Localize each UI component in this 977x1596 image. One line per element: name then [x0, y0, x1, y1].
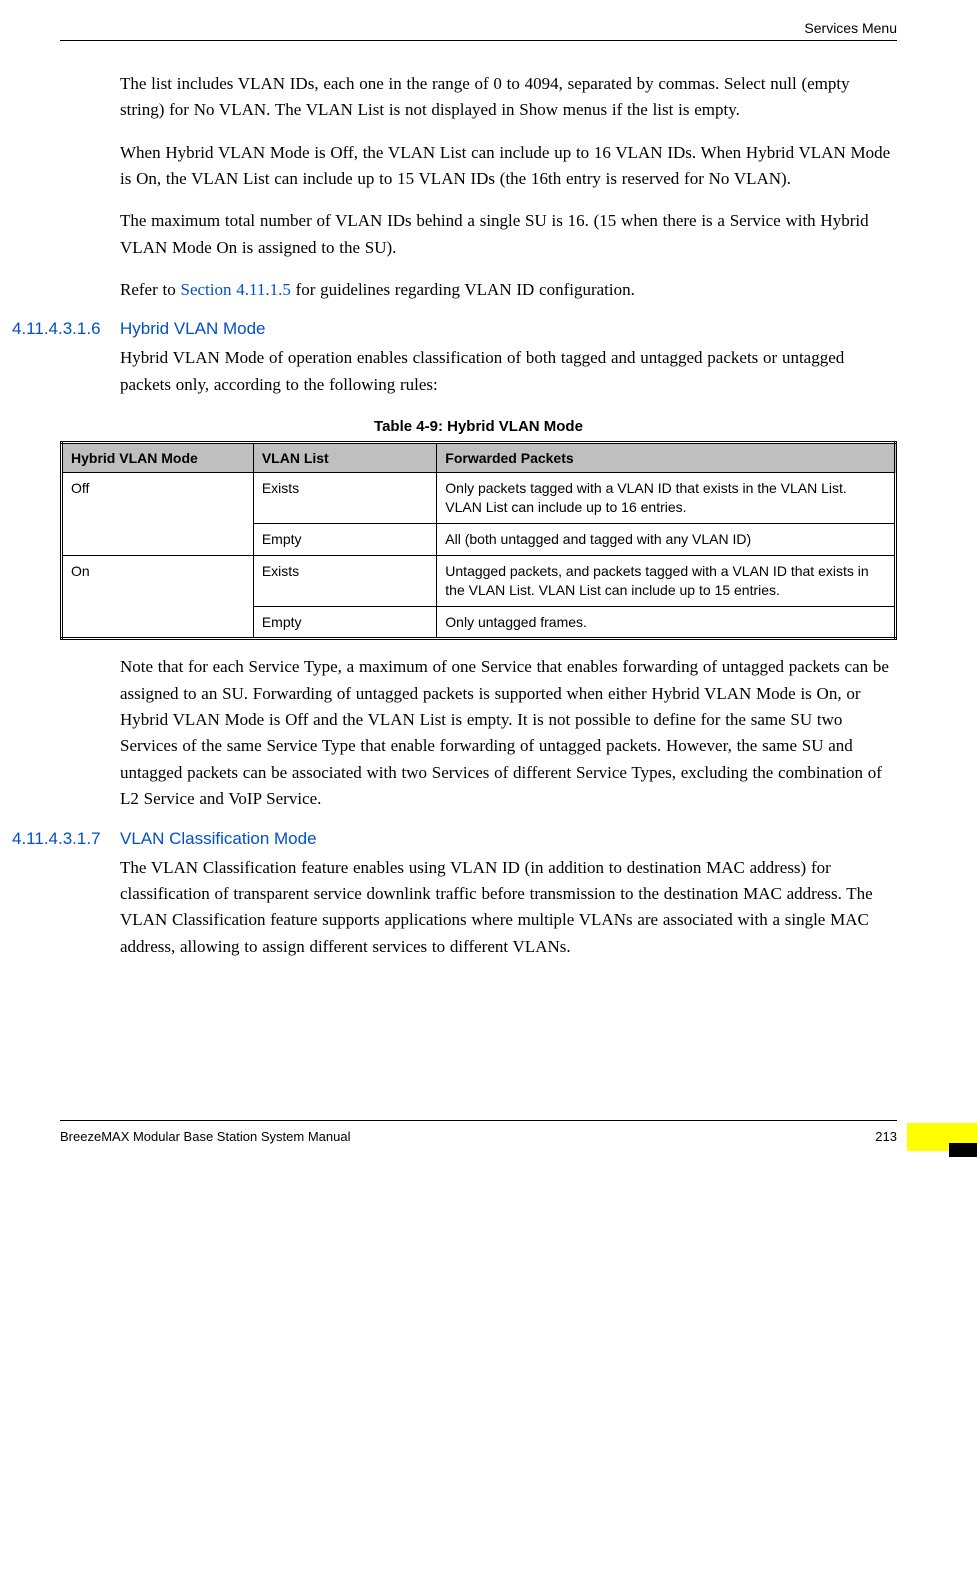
- table-cell: Exists: [253, 555, 436, 606]
- table-header-cell: Hybrid VLAN Mode: [62, 443, 254, 473]
- section-title: Hybrid VLAN Mode: [120, 319, 266, 338]
- section-title: VLAN Classification Mode: [120, 829, 317, 848]
- footer-manual-title: BreezeMAX Modular Base Station System Ma…: [60, 1129, 350, 1144]
- paragraph: Hybrid VLAN Mode of operation enables cl…: [120, 345, 897, 398]
- body-content: The VLAN Classification feature enables …: [120, 855, 897, 960]
- paragraph: When Hybrid VLAN Mode is Off, the VLAN L…: [120, 140, 897, 193]
- page-header: Services Menu: [60, 20, 897, 41]
- table-cell: Untagged packets, and packets tagged wit…: [437, 555, 896, 606]
- paragraph: The list includes VLAN IDs, each one in …: [120, 71, 897, 124]
- table-cell: Only untagged frames.: [437, 606, 896, 639]
- paragraph: Refer to Section 4.11.1.5 for guidelines…: [120, 277, 897, 303]
- section-number: 4.11.4.3.1.6: [12, 319, 120, 339]
- table-row: On Exists Untagged packets, and packets …: [62, 555, 896, 606]
- paragraph: The VLAN Classification feature enables …: [120, 855, 897, 960]
- body-content: Note that for each Service Type, a maxim…: [120, 654, 897, 812]
- table-cell: All (both untagged and tagged with any V…: [437, 523, 896, 555]
- table-cell: Empty: [253, 523, 436, 555]
- text-fragment: Refer to: [120, 280, 180, 299]
- footer-page-area: 213: [875, 1129, 897, 1144]
- table-row: Off Exists Only packets tagged with a VL…: [62, 473, 896, 524]
- paragraph: The maximum total number of VLAN IDs beh…: [120, 208, 897, 261]
- page-marker-black: [949, 1143, 977, 1157]
- header-section-label: Services Menu: [60, 20, 897, 36]
- table-cell: Empty: [253, 606, 436, 639]
- section-heading: 4.11.4.3.1.6Hybrid VLAN Mode: [60, 319, 897, 339]
- table-cell: On: [62, 555, 254, 639]
- table-header-cell: Forwarded Packets: [437, 443, 896, 473]
- footer-page-number: 213: [875, 1129, 897, 1144]
- table-cell: Exists: [253, 473, 436, 524]
- table-cell: Only packets tagged with a VLAN ID that …: [437, 473, 896, 524]
- table-caption: Table 4-9: Hybrid VLAN Mode: [60, 418, 897, 435]
- table-cell: Off: [62, 473, 254, 556]
- paragraph: Note that for each Service Type, a maxim…: [120, 654, 897, 812]
- text-fragment: for guidelines regarding VLAN ID configu…: [291, 280, 635, 299]
- table-header-row: Hybrid VLAN Mode VLAN List Forwarded Pac…: [62, 443, 896, 473]
- section-heading: 4.11.4.3.1.7VLAN Classification Mode: [60, 829, 897, 849]
- cross-reference-link[interactable]: Section 4.11.1.5: [180, 280, 290, 299]
- document-page: Services Menu The list includes VLAN IDs…: [0, 0, 977, 1184]
- body-content: The list includes VLAN IDs, each one in …: [120, 71, 897, 303]
- section-number: 4.11.4.3.1.7: [12, 829, 120, 849]
- page-footer: BreezeMAX Modular Base Station System Ma…: [60, 1120, 897, 1144]
- body-content: Hybrid VLAN Mode of operation enables cl…: [120, 345, 897, 398]
- hybrid-vlan-table: Hybrid VLAN Mode VLAN List Forwarded Pac…: [60, 441, 897, 640]
- table-header-cell: VLAN List: [253, 443, 436, 473]
